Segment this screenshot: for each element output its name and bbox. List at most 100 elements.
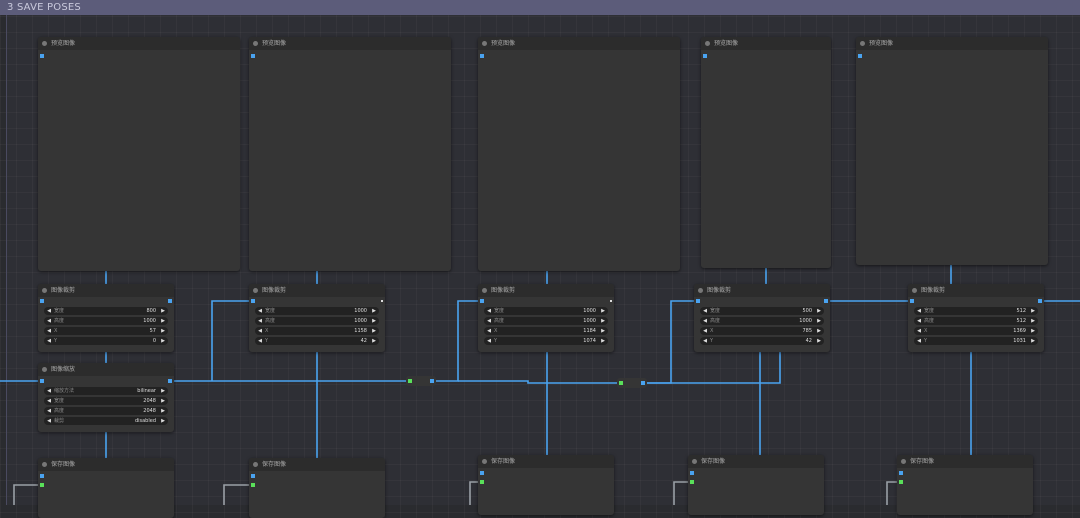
y-widget[interactable]: ◀ Y 0 ▶: [44, 337, 168, 345]
decrement-arrow-icon[interactable]: ◀: [485, 337, 493, 345]
decrement-arrow-icon[interactable]: ◀: [45, 397, 53, 405]
collapse-dot-icon[interactable]: [692, 459, 697, 464]
y-widget[interactable]: ◀ Y 1031 ▶: [914, 337, 1038, 345]
decrement-arrow-icon[interactable]: ◀: [45, 407, 53, 415]
increment-arrow-icon[interactable]: ▶: [1029, 307, 1037, 315]
image-input-port[interactable]: [480, 299, 484, 303]
increment-arrow-icon[interactable]: ▶: [1029, 317, 1037, 325]
increment-arrow-icon[interactable]: ▶: [159, 407, 167, 415]
decrement-arrow-icon[interactable]: ◀: [701, 307, 709, 315]
increment-arrow-icon[interactable]: ▶: [815, 307, 823, 315]
scale-node[interactable]: 图像缩放 ◀ 缩放方法 bilinear ▶ ◀ 宽度 2048 ▶ ◀ 高度 2048 ▶ ◀ 裁…: [38, 363, 174, 432]
decrement-arrow-icon[interactable]: ◀: [256, 317, 264, 325]
preview-node[interactable]: 预览图像: [249, 37, 451, 271]
increment-arrow-icon[interactable]: ▶: [815, 327, 823, 335]
x-widget[interactable]: ◀ X 57 ▶: [44, 327, 168, 335]
collapse-dot-icon[interactable]: [912, 288, 917, 293]
save-node[interactable]: 保存图像: [688, 455, 824, 515]
increment-arrow-icon[interactable]: ▶: [159, 337, 167, 345]
decrement-arrow-icon[interactable]: ◀: [915, 307, 923, 315]
decrement-arrow-icon[interactable]: ◀: [45, 307, 53, 315]
image-input-port[interactable]: [480, 54, 484, 58]
increment-arrow-icon[interactable]: ▶: [370, 327, 378, 335]
upscale-method-widget[interactable]: ◀ 缩放方法 bilinear ▶: [44, 387, 168, 395]
decrement-arrow-icon[interactable]: ◀: [256, 327, 264, 335]
reroute-output-port[interactable]: [430, 379, 434, 383]
width-widget[interactable]: ◀ 宽度 2048 ▶: [44, 397, 168, 405]
crop-node[interactable]: 图像裁剪 ◀ 宽度 1000 ▶ ◀ 高度 1000 ▶ ◀ X 1158 ▶ ◀ Y 42 ▶: [249, 284, 385, 352]
reroute-input-port[interactable]: [619, 381, 623, 385]
increment-arrow-icon[interactable]: ▶: [159, 387, 167, 395]
image-output-port[interactable]: [381, 300, 383, 302]
image-input-port[interactable]: [251, 474, 255, 478]
width-widget[interactable]: ◀ 宽度 1000 ▶: [484, 307, 608, 315]
decrement-arrow-icon[interactable]: ◀: [915, 317, 923, 325]
decrement-arrow-icon[interactable]: ◀: [701, 327, 709, 335]
decrement-arrow-icon[interactable]: ◀: [45, 417, 53, 425]
collapse-dot-icon[interactable]: [253, 288, 258, 293]
crop-node[interactable]: 图像裁剪 ◀ 宽度 512 ▶ ◀ 高度 512 ▶ ◀ X 1369 ▶ ◀ Y 1031 ▶: [908, 284, 1044, 352]
collapse-dot-icon[interactable]: [482, 41, 487, 46]
collapse-dot-icon[interactable]: [253, 462, 258, 467]
image-output-port[interactable]: [168, 299, 172, 303]
collapse-dot-icon[interactable]: [901, 459, 906, 464]
save-node[interactable]: 保存图像: [478, 455, 614, 515]
increment-arrow-icon[interactable]: ▶: [599, 327, 607, 335]
filename-input-port[interactable]: [690, 480, 694, 484]
preview-node[interactable]: 预览图像: [38, 37, 240, 271]
collapse-dot-icon[interactable]: [253, 41, 258, 46]
collapse-dot-icon[interactable]: [705, 41, 710, 46]
decrement-arrow-icon[interactable]: ◀: [45, 317, 53, 325]
image-input-port[interactable]: [40, 299, 44, 303]
increment-arrow-icon[interactable]: ▶: [815, 337, 823, 345]
image-input-port[interactable]: [251, 299, 255, 303]
image-output-port[interactable]: [168, 379, 172, 383]
y-widget[interactable]: ◀ Y 42 ▶: [700, 337, 824, 345]
filename-input-port[interactable]: [899, 480, 903, 484]
image-input-port[interactable]: [40, 54, 44, 58]
crop-node[interactable]: 图像裁剪 ◀ 宽度 1000 ▶ ◀ 高度 1000 ▶ ◀ X 1184 ▶ ◀ Y 1074 ▶: [478, 284, 614, 352]
increment-arrow-icon[interactable]: ▶: [370, 317, 378, 325]
reroute-output-port[interactable]: [641, 381, 645, 385]
decrement-arrow-icon[interactable]: ◀: [256, 307, 264, 315]
filename-input-port[interactable]: [480, 480, 484, 484]
decrement-arrow-icon[interactable]: ◀: [45, 337, 53, 345]
decrement-arrow-icon[interactable]: ◀: [915, 337, 923, 345]
increment-arrow-icon[interactable]: ▶: [370, 337, 378, 345]
collapse-dot-icon[interactable]: [698, 288, 703, 293]
reroute-node[interactable]: [406, 376, 436, 386]
width-widget[interactable]: ◀ 宽度 512 ▶: [914, 307, 1038, 315]
save-node[interactable]: 保存图像: [38, 458, 174, 518]
preview-node[interactable]: 预览图像: [701, 37, 831, 268]
filename-input-port[interactable]: [40, 483, 44, 487]
height-widget[interactable]: ◀ 高度 1000 ▶: [44, 317, 168, 325]
preview-node[interactable]: 预览图像: [856, 37, 1048, 265]
y-widget[interactable]: ◀ Y 42 ▶: [255, 337, 379, 345]
decrement-arrow-icon[interactable]: ◀: [701, 317, 709, 325]
increment-arrow-icon[interactable]: ▶: [599, 337, 607, 345]
image-output-port[interactable]: [824, 299, 828, 303]
increment-arrow-icon[interactable]: ▶: [599, 307, 607, 315]
image-input-port[interactable]: [696, 299, 700, 303]
group-header[interactable]: 3 SAVE POSES: [0, 0, 1080, 15]
collapse-dot-icon[interactable]: [42, 367, 47, 372]
decrement-arrow-icon[interactable]: ◀: [256, 337, 264, 345]
x-widget[interactable]: ◀ X 1369 ▶: [914, 327, 1038, 335]
decrement-arrow-icon[interactable]: ◀: [485, 307, 493, 315]
x-widget[interactable]: ◀ X 1158 ▶: [255, 327, 379, 335]
decrement-arrow-icon[interactable]: ◀: [701, 337, 709, 345]
collapse-dot-icon[interactable]: [482, 288, 487, 293]
save-node[interactable]: 保存图像: [897, 455, 1033, 515]
image-input-port[interactable]: [703, 54, 707, 58]
decrement-arrow-icon[interactable]: ◀: [45, 327, 53, 335]
increment-arrow-icon[interactable]: ▶: [159, 397, 167, 405]
increment-arrow-icon[interactable]: ▶: [159, 307, 167, 315]
image-output-port[interactable]: [610, 300, 612, 302]
crop-widget[interactable]: ◀ 裁剪 disabled ▶: [44, 417, 168, 425]
y-widget[interactable]: ◀ Y 1074 ▶: [484, 337, 608, 345]
width-widget[interactable]: ◀ 宽度 500 ▶: [700, 307, 824, 315]
height-widget[interactable]: ◀ 高度 1000 ▶: [255, 317, 379, 325]
increment-arrow-icon[interactable]: ▶: [815, 317, 823, 325]
collapse-dot-icon[interactable]: [42, 288, 47, 293]
x-widget[interactable]: ◀ X 1184 ▶: [484, 327, 608, 335]
